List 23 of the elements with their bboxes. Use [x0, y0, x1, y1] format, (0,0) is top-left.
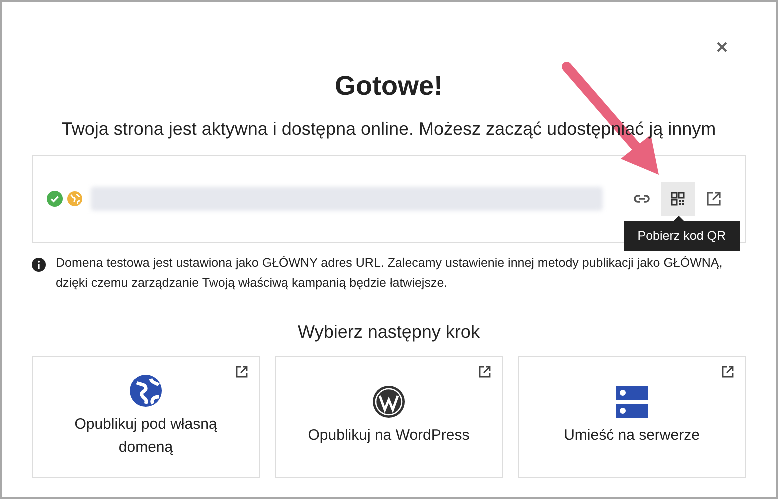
qr-code-button[interactable] — [661, 182, 695, 216]
option-label: Opublikuj pod własną domeną — [74, 415, 218, 458]
option-label: Umieść na serwerze — [564, 426, 700, 446]
external-link-icon — [705, 190, 723, 208]
qr-code-icon — [669, 190, 687, 208]
dialog-title: Gotowe! — [334, 72, 444, 102]
option-card[interactable]: Umieść na serwerze — [518, 356, 746, 478]
check-icon — [47, 190, 63, 207]
notice-text: Domena testowa jest ustawiona jako GŁÓWNY adres URL. Zalecamy ustawienie innej metody publikacji jako GŁÓWNĄ, dzięki czemu zarządzanie Twoją właściwą kampanią będzie łatwiejsze. — [56, 254, 724, 292]
external-link-icon — [478, 364, 492, 379]
globe-icon — [129, 374, 163, 408]
wordpress-logo-icon — [372, 385, 406, 420]
tooltip: Pobierz kod QR — [624, 220, 740, 252]
option-card[interactable]: Opublikuj na WordPress — [275, 356, 503, 478]
option-card[interactable]: Opublikuj pod własną domeną — [32, 356, 260, 478]
section-heading: Wybierz następny krok — [297, 320, 481, 344]
close-button[interactable]: × — [714, 36, 730, 60]
info-icon — [32, 258, 46, 272]
globe-icon — [67, 190, 83, 207]
server-icon — [615, 385, 649, 420]
external-link-icon — [721, 364, 735, 379]
option-label: Opublikuj na WordPress — [308, 426, 470, 446]
external-link-icon — [235, 364, 249, 379]
